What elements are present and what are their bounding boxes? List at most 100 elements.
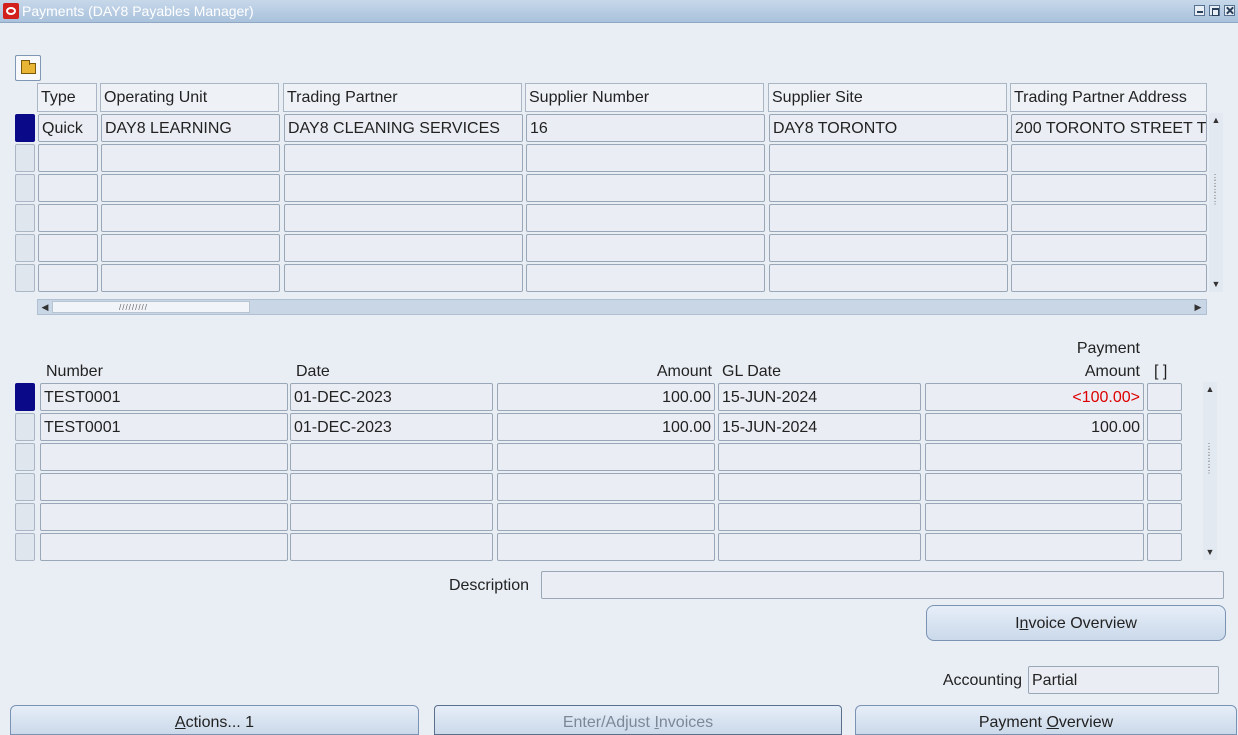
scroll-grip-icon[interactable]: ⋮ ⋮ ⋮ ⋮ ⋮ [1211,174,1221,206]
row-selector[interactable] [15,473,35,501]
invoice-date-field[interactable] [290,473,493,501]
row-selector[interactable] [15,114,35,142]
trading-partner-address-field[interactable] [1011,144,1207,172]
invoice-number-field[interactable]: TEST0001 [40,383,288,411]
type-field[interactable] [38,234,98,262]
close-icon[interactable] [1224,5,1235,16]
trading-partner-field[interactable] [284,204,523,232]
gl-date-field[interactable] [718,533,921,561]
supplier-number-field[interactable]: 16 [526,114,765,142]
row-selector[interactable] [15,443,35,471]
row-selector[interactable] [15,413,35,441]
trading-partner-field[interactable] [284,144,523,172]
trading-partner-address-field[interactable] [1011,234,1207,262]
gl-date-field[interactable] [718,503,921,531]
supplier-site-field[interactable] [769,204,1008,232]
trading-partner-address-field[interactable] [1011,204,1207,232]
supplier-site-field[interactable] [769,264,1008,292]
gl-date-field[interactable] [718,443,921,471]
supplier-number-field[interactable] [526,144,765,172]
payment-amount-field[interactable]: 100.00 [925,413,1144,441]
operating-unit-field[interactable] [101,204,280,232]
invoice-number-field[interactable] [40,533,288,561]
gl-date-field[interactable]: 15-JUN-2024 [718,413,921,441]
invoice-table-vertical-scrollbar[interactable]: ▲ ⋮ ⋮ ⋮ ⋮ ⋮ ▼ [1203,382,1217,560]
operating-unit-field[interactable] [101,144,280,172]
top-table-horizontal-scrollbar[interactable]: ◀ ///////// ▶ [37,299,1207,315]
payment-amount-field[interactable] [925,473,1144,501]
payment-amount-field[interactable] [925,533,1144,561]
invoice-date-field[interactable] [290,533,493,561]
invoice-amount-field[interactable]: 100.00 [497,383,715,411]
invoice-number-field[interactable]: TEST0001 [40,413,288,441]
flexfield-cell[interactable] [1147,383,1182,411]
operating-unit-field[interactable] [101,264,280,292]
invoice-amount-field[interactable] [497,473,715,501]
row-selector[interactable] [15,204,35,232]
type-field[interactable]: Quick [38,114,98,142]
scroll-grip-icon[interactable]: ⋮ ⋮ ⋮ ⋮ ⋮ [1205,443,1215,475]
trading-partner-field[interactable] [284,234,523,262]
invoice-amount-field[interactable] [497,503,715,531]
invoice-date-field[interactable]: 01-DEC-2023 [290,383,493,411]
invoice-date-field[interactable]: 01-DEC-2023 [290,413,493,441]
minimize-icon[interactable] [1194,5,1205,16]
scroll-right-icon[interactable]: ▶ [1192,302,1204,312]
payment-amount-field[interactable] [925,443,1144,471]
horizontal-scroll-thumb[interactable]: ///////// [52,301,250,313]
invoice-number-field[interactable] [40,443,288,471]
open-folder-button[interactable] [15,55,41,81]
description-field[interactable] [541,571,1224,599]
row-selector[interactable] [15,264,35,292]
scroll-left-icon[interactable]: ◀ [39,302,51,312]
supplier-number-field[interactable] [526,234,765,262]
supplier-site-field[interactable] [769,144,1008,172]
row-selector[interactable] [15,533,35,561]
operating-unit-field[interactable] [101,174,280,202]
supplier-number-field[interactable] [526,174,765,202]
top-table-vertical-scrollbar[interactable]: ▲ ⋮ ⋮ ⋮ ⋮ ⋮ ▼ [1209,113,1223,292]
payment-amount-field[interactable] [925,503,1144,531]
oracle-logo-icon[interactable] [3,3,19,19]
operating-unit-field[interactable] [101,234,280,262]
type-field[interactable] [38,144,98,172]
invoice-date-field[interactable] [290,443,493,471]
row-selector[interactable] [15,503,35,531]
invoice-amount-field[interactable] [497,443,715,471]
row-selector[interactable] [15,144,35,172]
invoice-number-field[interactable] [40,503,288,531]
flexfield-cell[interactable] [1147,473,1182,501]
invoice-amount-field[interactable]: 100.00 [497,413,715,441]
invoice-overview-button[interactable]: Invoice Overview [926,605,1226,641]
flexfield-cell[interactable] [1147,533,1182,561]
supplier-number-field[interactable] [526,204,765,232]
supplier-site-field[interactable] [769,234,1008,262]
row-selector[interactable] [15,174,35,202]
invoice-amount-field[interactable] [497,533,715,561]
gl-date-field[interactable] [718,473,921,501]
trading-partner-field[interactable]: DAY8 CLEANING SERVICES [284,114,523,142]
scroll-down-icon[interactable]: ▼ [1203,547,1217,557]
row-selector[interactable] [15,234,35,262]
flexfield-cell[interactable] [1147,413,1182,441]
flexfield-cell[interactable] [1147,443,1182,471]
descriptive-flexfield-header[interactable]: [ ] [1154,363,1167,381]
type-field[interactable] [38,204,98,232]
type-field[interactable] [38,264,98,292]
trading-partner-address-field[interactable] [1011,174,1207,202]
flexfield-cell[interactable] [1147,503,1182,531]
row-selector[interactable] [15,383,35,411]
gl-date-field[interactable]: 15-JUN-2024 [718,383,921,411]
trading-partner-field[interactable] [284,264,523,292]
scroll-down-icon[interactable]: ▼ [1209,279,1223,289]
operating-unit-field[interactable]: DAY8 LEARNING [101,114,280,142]
maximize-icon[interactable] [1209,5,1220,16]
scroll-up-icon[interactable]: ▲ [1209,115,1223,125]
supplier-number-field[interactable] [526,264,765,292]
trading-partner-address-field[interactable]: 200 TORONTO STREET T [1011,114,1207,142]
type-field[interactable] [38,174,98,202]
supplier-site-field[interactable]: DAY8 TORONTO [769,114,1008,142]
scroll-up-icon[interactable]: ▲ [1203,384,1217,394]
supplier-site-field[interactable] [769,174,1008,202]
payment-amount-field[interactable]: <100.00> [925,383,1144,411]
